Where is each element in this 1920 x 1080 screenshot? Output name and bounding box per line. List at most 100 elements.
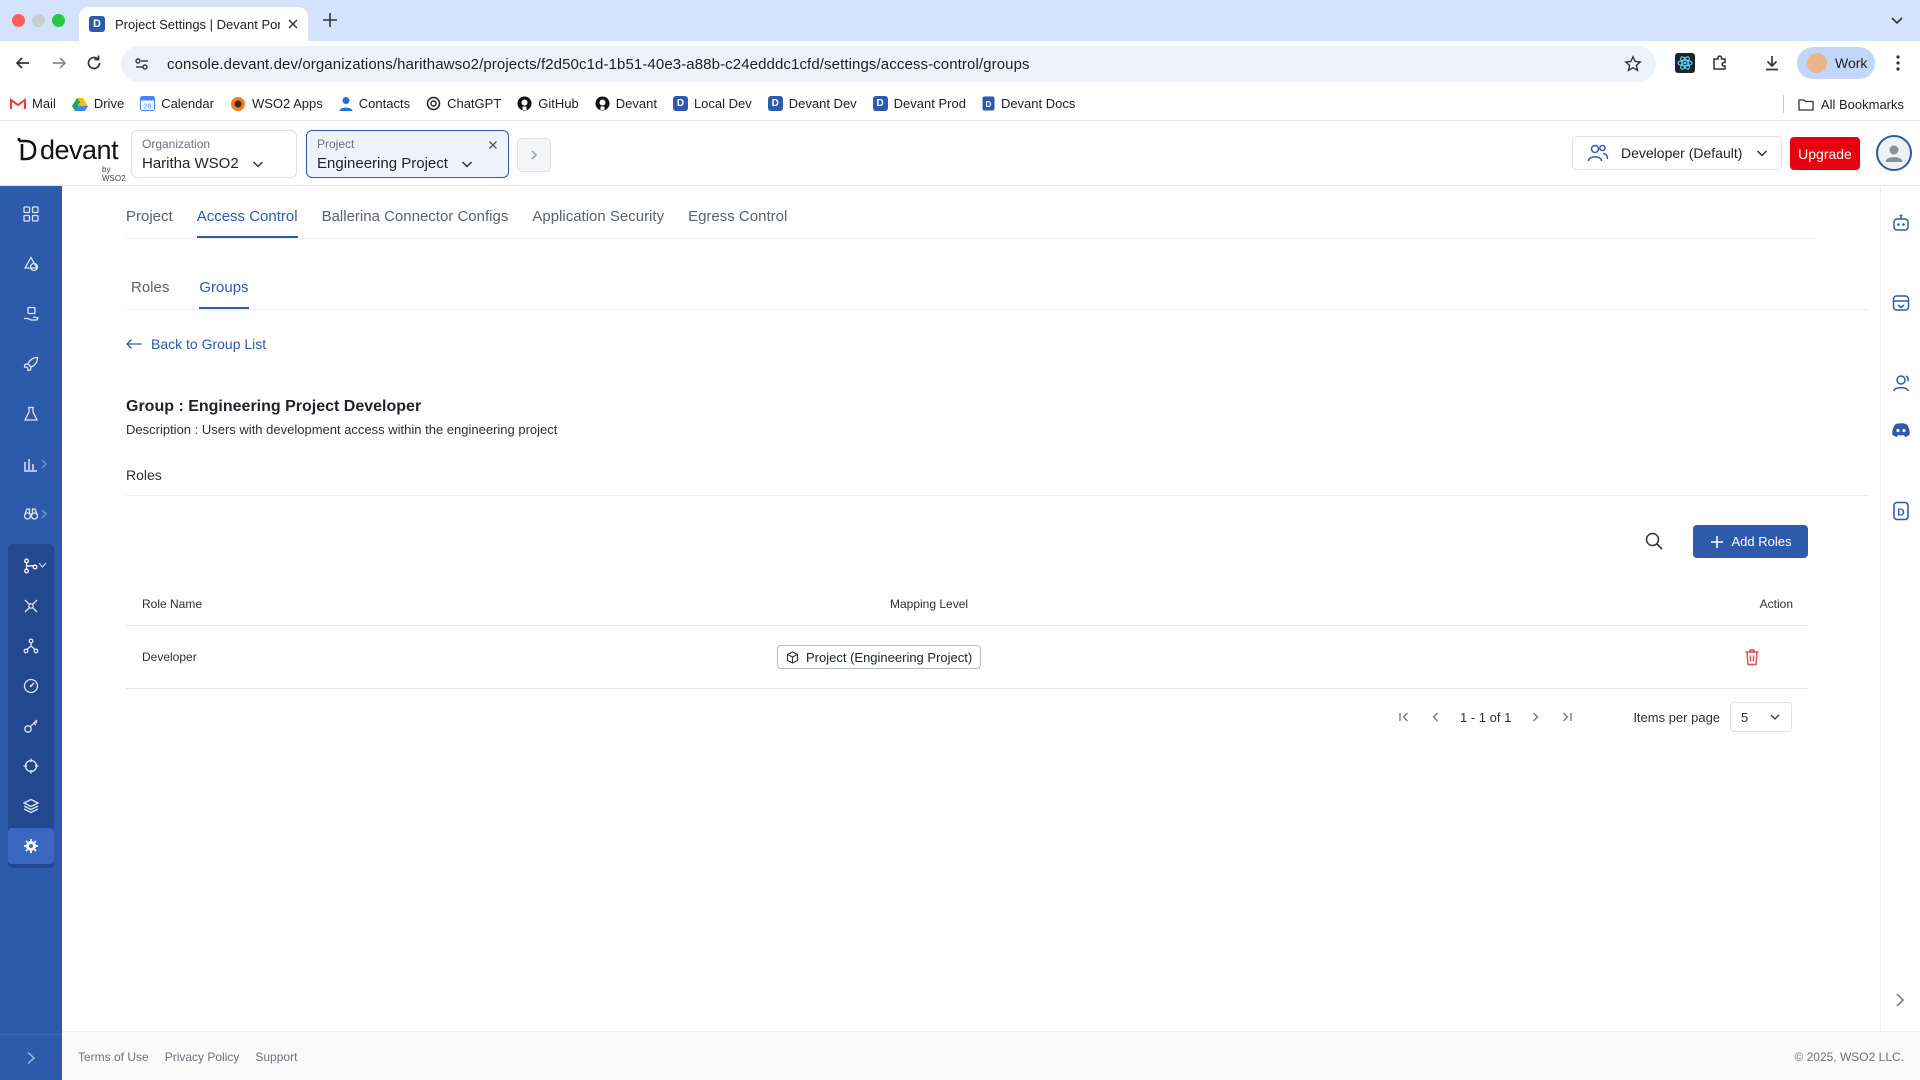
items-per-page-label: Items per page — [1633, 709, 1721, 725]
sidebar-item-connections[interactable] — [8, 588, 54, 624]
privacy-policy-link[interactable]: Privacy Policy — [165, 1050, 240, 1064]
sidebar-item-insights[interactable] — [8, 496, 54, 532]
next-level-button[interactable] — [517, 138, 551, 172]
browser-profile-button[interactable]: Work — [1797, 47, 1875, 79]
bookmark-calendar[interactable]: 28 Calendar — [140, 96, 214, 111]
add-roles-button[interactable]: Add Roles — [1693, 525, 1808, 558]
items-per-page-select[interactable]: 5 — [1730, 702, 1793, 732]
browser-tab-active[interactable]: D Project Settings | Devant Portal — [79, 7, 308, 41]
bookmark-chatgpt[interactable]: ChatGPT — [426, 96, 501, 111]
support-agent-icon[interactable] — [1891, 373, 1911, 393]
user-avatar[interactable] — [1876, 135, 1912, 171]
upgrade-button[interactable]: Upgrade — [1790, 137, 1860, 170]
devant-logo-mark-icon — [17, 138, 37, 161]
tab-application-security[interactable]: Application Security — [532, 208, 664, 238]
window-minimize-button[interactable] — [32, 14, 45, 27]
browser-menu-kebab-icon[interactable] — [1888, 53, 1908, 73]
sidebar-expand-button[interactable] — [0, 1034, 62, 1080]
forward-arrow-icon[interactable] — [49, 53, 69, 73]
tab-ballerina-connector-configs[interactable]: Ballerina Connector Configs — [322, 208, 509, 238]
column-header-role-name: Role Name — [142, 596, 203, 611]
devant-docs-icon[interactable]: D — [1891, 501, 1911, 521]
inbox-icon[interactable] — [1891, 293, 1911, 313]
sidebar-item-develop[interactable] — [8, 246, 54, 282]
search-icon[interactable] — [1644, 531, 1664, 551]
sidebar-item-monitoring[interactable] — [8, 668, 54, 704]
project-selector[interactable]: Project Engineering Project — [306, 130, 509, 178]
next-page-icon[interactable] — [1519, 711, 1551, 723]
previous-page-icon[interactable] — [1420, 711, 1452, 723]
sidebar-item-admin[interactable] — [8, 548, 54, 584]
bookmark-devant-dev[interactable]: D Devant Dev — [767, 96, 857, 111]
bookmark-devant-docs[interactable]: D Devant Docs — [982, 96, 1075, 111]
rail-expand-chevron-right-icon[interactable] — [1891, 991, 1909, 1009]
window-close-button[interactable] — [12, 14, 25, 27]
bookmark-separator — [1782, 95, 1784, 113]
wso2-apps-icon — [230, 96, 245, 111]
logo-wordmark: devant — [40, 135, 119, 165]
downloads-icon[interactable] — [1762, 53, 1782, 73]
layers-icon — [23, 798, 39, 814]
bookmark-github[interactable]: GitHub — [517, 96, 579, 111]
bookmark-devant[interactable]: Devant — [595, 96, 657, 111]
reload-icon[interactable] — [84, 53, 104, 73]
bookmark-local-dev[interactable]: D Local Dev — [672, 96, 752, 111]
bookmark-star-icon[interactable] — [1624, 55, 1642, 73]
sidebar-item-overview[interactable] — [8, 196, 54, 232]
back-arrow-icon[interactable] — [13, 53, 33, 73]
tab-access-control[interactable]: Access Control — [196, 208, 298, 238]
address-bar[interactable]: console.devant.dev/organizations/haritha… — [121, 46, 1656, 82]
clear-project-close-icon[interactable] — [488, 140, 498, 150]
delete-trash-icon[interactable] — [1744, 648, 1760, 666]
bookmark-devant-prod[interactable]: D Devant Prod — [872, 96, 966, 111]
group-title: Group : Engineering Project Developer — [126, 398, 422, 415]
first-page-icon[interactable] — [1388, 711, 1420, 723]
grid-icon — [23, 206, 39, 222]
bookmark-label: Mail — [32, 96, 56, 111]
sidebar-item-api-keys[interactable] — [8, 708, 54, 744]
react-devtools-extension-icon[interactable] — [1674, 52, 1696, 74]
back-to-group-list-link[interactable]: Back to Group List — [125, 336, 266, 352]
role-switcher[interactable]: Developer (Default) — [1572, 136, 1782, 170]
tab-project[interactable]: Project — [126, 208, 173, 238]
chevron-down-icon — [1756, 150, 1768, 157]
support-link[interactable]: Support — [255, 1050, 297, 1064]
tab-close-icon[interactable] — [288, 19, 298, 29]
ai-assistant-robot-icon[interactable] — [1891, 213, 1911, 233]
all-bookmarks-button[interactable]: All Bookmarks — [1782, 95, 1904, 113]
add-roles-label: Add Roles — [1731, 534, 1792, 549]
discord-icon[interactable] — [1891, 422, 1911, 438]
sidebar-item-dependencies[interactable] — [8, 628, 54, 664]
git-branch-icon — [24, 558, 38, 574]
organization-selector[interactable]: Organization Haritha WSO2 — [131, 130, 297, 178]
last-page-icon[interactable] — [1551, 711, 1583, 723]
terms-of-use-link[interactable]: Terms of Use — [78, 1050, 149, 1064]
extensions-puzzle-icon[interactable] — [1710, 53, 1730, 73]
site-settings-icon[interactable] — [133, 55, 151, 73]
sidebar-item-observability[interactable] — [8, 446, 54, 482]
tab-search-chevron-icon[interactable] — [1890, 13, 1904, 27]
sidebar-item-settings[interactable] — [8, 828, 54, 864]
sidebar-item-test[interactable] — [8, 396, 54, 432]
tab-roles[interactable]: Roles — [131, 279, 169, 309]
bookmark-wso2-apps[interactable]: WSO2 Apps — [230, 96, 323, 112]
new-tab-plus-icon[interactable] — [320, 10, 340, 30]
sidebar-item-deploy[interactable] — [8, 346, 54, 382]
roles-section-heading: Roles — [126, 467, 162, 483]
bookmark-drive[interactable]: Drive — [71, 96, 124, 111]
chevron-down-icon — [1770, 714, 1780, 720]
sidebar-item-targets[interactable] — [8, 748, 54, 784]
tab-groups[interactable]: Groups — [199, 279, 249, 309]
window-maximize-button[interactable] — [52, 14, 65, 27]
bookmark-mail[interactable]: Mail — [10, 96, 56, 111]
sidebar-item-build[interactable] — [8, 296, 54, 332]
devant-d-icon: D — [767, 96, 783, 111]
url-text: console.devant.dev/organizations/haritha… — [167, 55, 1030, 73]
bookmark-label: Devant Docs — [1000, 96, 1076, 111]
sidebar-item-layers[interactable] — [8, 788, 54, 824]
subtabs-divider — [126, 309, 1868, 310]
bookmark-contacts[interactable]: Contacts — [339, 96, 410, 111]
svg-text:28: 28 — [144, 104, 152, 111]
tab-egress-control[interactable]: Egress Control — [688, 208, 787, 238]
devant-logo[interactable]: devant by WSO2 — [16, 135, 126, 183]
